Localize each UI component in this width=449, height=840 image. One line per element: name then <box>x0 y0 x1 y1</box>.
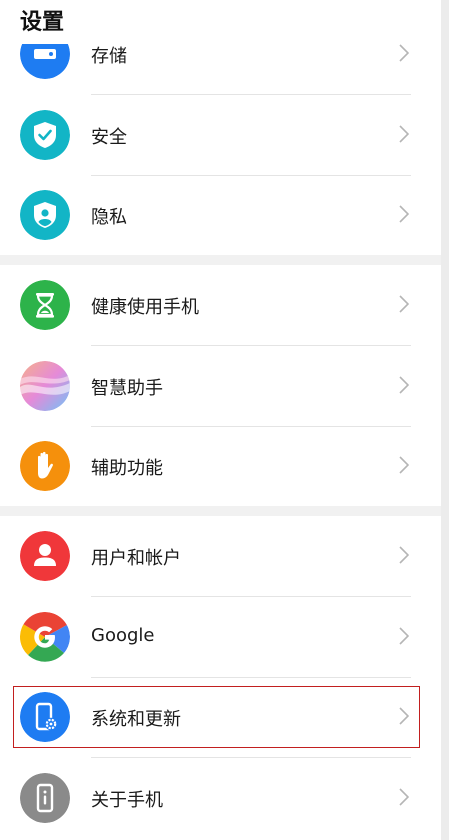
phone-settings-icon <box>20 692 70 742</box>
settings-item-digital-balance[interactable]: 健康使用手机 <box>0 265 441 345</box>
settings-item-security[interactable]: 安全 <box>0 95 441 175</box>
page-title: 设置 <box>20 10 65 35</box>
hourglass-icon <box>20 280 70 330</box>
chevron-right-icon <box>399 205 409 223</box>
settings-item-accessibility[interactable]: 辅助功能 <box>0 426 441 506</box>
settings-item-privacy[interactable]: 隐私 <box>0 175 441 255</box>
settings-item-label: 关于手机 <box>91 790 163 811</box>
settings-item-label: 存储 <box>91 46 127 67</box>
privacy-shield-icon <box>20 190 70 240</box>
phone-info-icon <box>20 773 70 823</box>
chevron-right-icon <box>399 707 409 725</box>
settings-item-label: 健康使用手机 <box>91 297 199 318</box>
google-icon <box>20 612 70 662</box>
app-header: 设置 <box>0 0 449 44</box>
chevron-right-icon <box>399 295 409 313</box>
chevron-right-icon <box>399 456 409 474</box>
settings-item-system-updates[interactable]: 系统和更新 <box>0 677 441 757</box>
shield-check-icon <box>20 110 70 160</box>
chevron-right-icon <box>399 546 409 564</box>
chevron-right-icon <box>399 788 409 806</box>
settings-item-label: 安全 <box>91 127 127 148</box>
settings-item-label: 系统和更新 <box>91 709 181 730</box>
chevron-right-icon <box>399 44 409 62</box>
settings-item-smart-assistant[interactable]: 智慧助手 <box>0 346 441 426</box>
settings-group-1: 存储 安全 隐私 <box>0 14 441 255</box>
smart-assistant-icon <box>20 361 70 411</box>
user-icon <box>20 531 70 581</box>
settings-item-label: 智慧助手 <box>91 378 163 399</box>
settings-group-2: 健康使用手机 智慧助手 辅助功能 <box>0 265 441 506</box>
chevron-right-icon <box>399 125 409 143</box>
settings-item-about-phone[interactable]: 关于手机 <box>0 758 441 838</box>
chevron-right-icon <box>399 376 409 394</box>
settings-item-label: 辅助功能 <box>91 458 163 479</box>
settings-item-label: Google <box>91 625 155 646</box>
chevron-right-icon <box>399 627 409 645</box>
scrollbar-track[interactable] <box>441 0 449 840</box>
settings-item-users-accounts[interactable]: 用户和帐户 <box>0 516 441 596</box>
settings-item-google[interactable]: Google <box>0 597 441 677</box>
settings-item-label: 用户和帐户 <box>91 548 181 569</box>
settings-item-label: 隐私 <box>91 207 127 228</box>
hand-icon <box>20 441 70 491</box>
settings-group-3: 用户和帐户 Google 系统和更新 关于手机 <box>0 516 441 840</box>
